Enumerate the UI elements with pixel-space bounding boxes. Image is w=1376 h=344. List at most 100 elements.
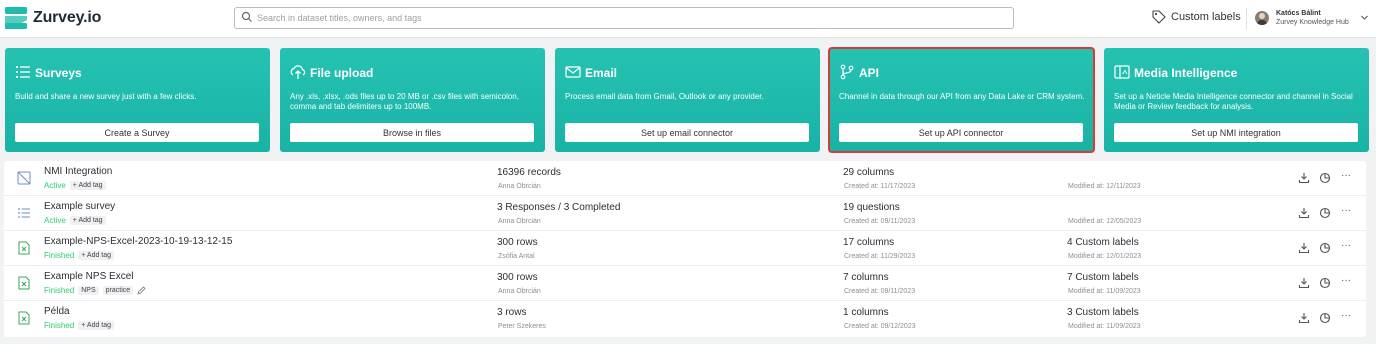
media-intelligence-card: Media Intelligence Set up a Neticle Medi… (1104, 48, 1369, 152)
file-upload-card: File upload Any .xls, .xlsx, .ods files … (280, 48, 545, 152)
modified-date: Modified at: 11/09/2023 (1068, 288, 1141, 295)
record-count: 300 rows (497, 272, 538, 283)
chart-pie-icon[interactable] (1319, 277, 1331, 289)
modified-date: Modified at: 12/11/2023 (1068, 183, 1141, 190)
modified-date: Modified at: 12/01/2023 (1068, 253, 1142, 260)
download-icon[interactable] (1298, 242, 1310, 254)
card-description: Build and share a new survey just with a… (15, 92, 197, 101)
download-icon[interactable] (1298, 312, 1310, 324)
table-row[interactable]: NMI Integration Active + Add tag 16396 r… (4, 161, 1366, 196)
download-icon[interactable] (1298, 207, 1310, 219)
table-row[interactable]: Example NPS Excel Finished NPS practice … (4, 266, 1366, 301)
branch-icon (840, 64, 854, 80)
created-date: Created at: 11/17/2023 (844, 183, 916, 190)
created-date: Created at: 09/11/2023 (844, 288, 916, 295)
user-org: Zurvey Knowledge Hub (1276, 19, 1349, 26)
upload-icon (290, 65, 306, 79)
more-options-icon[interactable]: ··· (1341, 310, 1353, 322)
custom-labels-count: 3 Custom labels (1067, 307, 1139, 318)
dataset-name[interactable]: NMI Integration (44, 166, 112, 177)
created-date: Created at: 11/29/2023 (844, 253, 916, 260)
mail-icon (565, 66, 581, 78)
record-count: 300 rows (497, 237, 538, 248)
nmi-integration-button[interactable]: Set up NMI integration (1114, 123, 1358, 142)
survey-icon (18, 208, 30, 218)
add-tag-button[interactable]: + Add tag (78, 321, 115, 330)
column-count: 1 columns (843, 307, 889, 318)
create-survey-button[interactable]: Create a Survey (15, 123, 259, 142)
email-card: Email Process email data from Gmail, Out… (555, 48, 820, 152)
column-count: 7 columns (843, 272, 889, 283)
status-badge: Active (44, 181, 66, 190)
browse-files-button[interactable]: Browse in files (290, 123, 534, 142)
dataset-name[interactable]: Példa (44, 306, 70, 317)
card-description: Process email data from Gmail, Outlook o… (565, 92, 764, 101)
tag-chip[interactable]: practice (102, 286, 134, 295)
more-options-icon[interactable]: ··· (1341, 170, 1353, 182)
pencil-icon[interactable] (137, 286, 146, 295)
card-title: Email (585, 66, 618, 80)
add-tag-button[interactable]: + Add tag (69, 216, 106, 225)
row-meta: Finished + Add tag (44, 251, 115, 260)
chart-pie-icon[interactable] (1319, 207, 1331, 219)
card-title: File upload (310, 66, 374, 80)
tag-icon (1152, 10, 1166, 24)
more-options-icon[interactable]: ··· (1341, 205, 1353, 217)
api-connector-button[interactable]: Set up API connector (839, 123, 1083, 142)
search-input[interactable] (257, 10, 997, 26)
excel-icon (18, 311, 30, 325)
column-count: 29 columns (843, 167, 895, 178)
table-row[interactable]: Példa Finished + Add tag 3 rows Peter Sz… (4, 301, 1366, 336)
email-connector-button[interactable]: Set up email connector (565, 123, 809, 142)
chart-pie-icon[interactable] (1319, 312, 1331, 324)
card-description: Any .xls, .xlsx, .ods files up to 20 MB … (290, 92, 519, 111)
logo[interactable]: Zurvey.io (5, 7, 101, 29)
dataset-name[interactable]: Example survey (44, 201, 115, 212)
row-meta: Active + Add tag (44, 181, 106, 190)
record-count: 3 rows (497, 307, 527, 318)
avatar[interactable] (1255, 11, 1269, 25)
api-card: API Channel in data through our API from… (828, 47, 1095, 153)
app-name: Zurvey.io (33, 9, 102, 26)
chart-pie-icon[interactable] (1319, 172, 1331, 184)
chart-pie-icon[interactable] (1319, 242, 1331, 254)
tag-chip[interactable]: NPS (78, 286, 99, 295)
search-icon (241, 11, 252, 22)
add-tag-button[interactable]: + Add tag (69, 181, 106, 190)
list-icon (15, 65, 30, 79)
user-name: Katócs Bálint (1276, 10, 1321, 17)
custom-labels-count: 7 Custom labels (1067, 272, 1139, 283)
record-count: 3 Responses / 3 Completed (497, 202, 621, 213)
custom-labels-button[interactable]: Custom labels (1151, 9, 1241, 25)
row-meta: Active + Add tag (44, 216, 106, 225)
download-icon[interactable] (1298, 277, 1310, 289)
card-description: Channel in data through our API from any… (839, 92, 1085, 101)
dataset-name[interactable]: Example NPS Excel (44, 271, 133, 282)
card-title: Surveys (35, 66, 82, 80)
chevron-down-icon[interactable] (1360, 13, 1369, 22)
zurvey-logo-icon (5, 7, 27, 29)
status-badge: Finished (44, 286, 75, 295)
top-bar: Zurvey.io Custom labels Katócs Bálint Zu… (0, 0, 1376, 38)
card-title: API (859, 66, 880, 80)
add-tag-button[interactable]: + Add tag (78, 251, 115, 260)
table-row[interactable]: Example-NPS-Excel-2023-10-19-13-12-15 Fi… (4, 231, 1366, 266)
modified-date: Modified at: 12/05/2023 (1068, 218, 1142, 225)
table-row[interactable]: Example survey Active + Add tag 3 Respon… (4, 196, 1366, 231)
owner-name: Anna Obrcián (498, 288, 541, 295)
dataset-name[interactable]: Example-NPS-Excel-2023-10-19-13-12-15 (44, 236, 232, 247)
search-box[interactable] (234, 7, 1014, 29)
owner-name: Anna Obrcián (498, 183, 541, 190)
dataset-table: NMI Integration Active + Add tag 16396 r… (4, 161, 1366, 337)
excel-icon (18, 241, 30, 255)
download-icon[interactable] (1298, 172, 1310, 184)
more-options-icon[interactable]: ··· (1341, 275, 1353, 287)
owner-name: Anna Obrcián (498, 218, 541, 225)
custom-labels-label: Custom labels (1171, 11, 1241, 23)
surveys-card: Surveys Build and share a new survey jus… (5, 48, 270, 152)
row-meta: Finished + Add tag (44, 321, 115, 330)
owner-name: Zsófia Antal (498, 253, 535, 260)
nmi-icon (17, 171, 31, 185)
record-count: 16396 records (497, 167, 561, 178)
more-options-icon[interactable]: ··· (1341, 240, 1353, 252)
